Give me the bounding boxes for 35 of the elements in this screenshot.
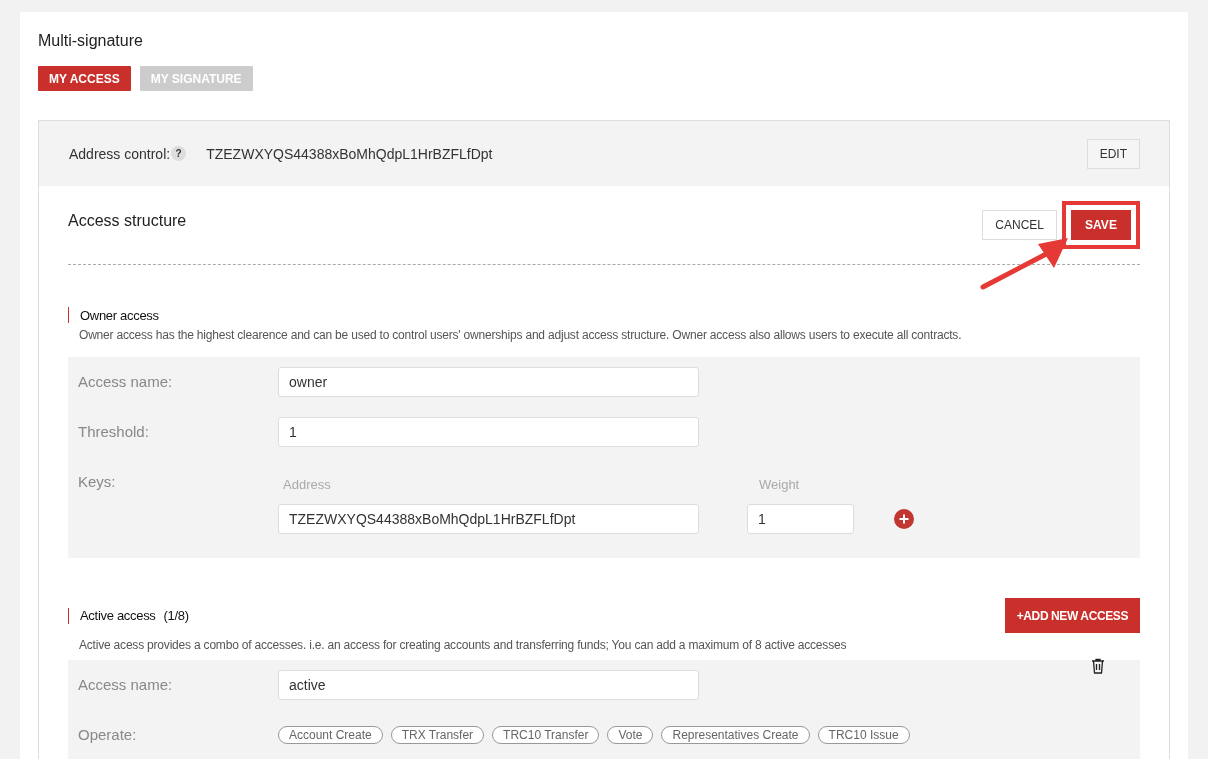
section-title: Access structure — [68, 212, 187, 230]
save-button[interactable]: SAVE — [1071, 210, 1131, 240]
add-new-access-button[interactable]: +ADD NEW ACCESS — [1004, 598, 1140, 633]
field-label: Keys: — [78, 472, 117, 490]
access-name-field[interactable]: active — [278, 670, 699, 700]
active-access-count: (1/8) — [163, 608, 189, 623]
operation-tag[interactable]: TRC10 Transfer — [492, 726, 600, 744]
key-address-field[interactable]: TZEZWXYQS44388xBoMhQdpL1HrBZFLfDpt — [278, 504, 699, 534]
column-heading: Weight — [759, 477, 800, 492]
column-heading: Address — [282, 477, 332, 492]
key-weight-field[interactable]: 1 — [747, 504, 854, 534]
operation-tag[interactable]: TRC10 Issue — [817, 726, 910, 744]
owner-access-title: Owner access — [80, 307, 159, 323]
cancel-button[interactable]: CANCEL — [982, 210, 1057, 240]
tab[interactable]: MY ACCESS — [38, 66, 131, 91]
threshold-field[interactable]: 1 — [278, 417, 699, 447]
owner-access-description: Owner access has the highest clearence and can be used to control users' ownerships and adjust access structure. Owner access also allows users to execute all contracts. — [78, 328, 963, 342]
field-label: Operate: — [78, 725, 138, 743]
help-icon[interactable]: ? — [171, 146, 187, 161]
operation-tag[interactable]: Account Create — [278, 726, 383, 744]
address-value: TZEZWXYQS44388xBoMhQdpL1HrBZFLfDpt — [206, 145, 493, 162]
field-label: Access name: — [78, 372, 174, 390]
page-title: Multi-signature — [38, 32, 144, 50]
field-label: Access name: — [78, 675, 174, 693]
operation-tag[interactable]: Vote — [607, 726, 654, 744]
operation-tag[interactable]: TRX Transfer — [390, 726, 485, 744]
operation-tag[interactable]: Representatives Create — [661, 726, 810, 744]
address-control-label: Address control: — [69, 145, 171, 162]
active-access-title: Active access — [80, 608, 156, 623]
access-name-field[interactable]: owner — [278, 367, 699, 397]
field-label: Threshold: — [78, 422, 150, 440]
trash-icon[interactable] — [1091, 658, 1105, 674]
add-icon[interactable] — [894, 509, 914, 529]
edit-button[interactable]: EDIT — [1086, 138, 1140, 169]
active-access-description: Active acess provides a combo of accesses. i.e. an access for creating accounts and transferring funds; You can add a maximum of 8 active accesses — [78, 638, 848, 652]
